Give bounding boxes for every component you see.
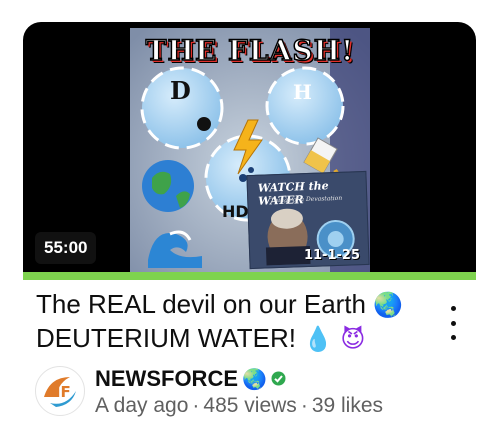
globe-icon: 🌏 xyxy=(373,291,404,319)
globe-icon: 🌏 xyxy=(242,367,267,391)
title-line-1: The REAL devil on our Earth xyxy=(36,289,366,319)
upload-age: A day ago xyxy=(95,394,189,417)
meta-separator: · xyxy=(192,394,200,417)
more-vertical-dot xyxy=(450,320,456,326)
video-thumbnail[interactable]: THE FLASH! D H HD WATCH the WATER Things… xyxy=(23,22,476,280)
verified-icon xyxy=(271,366,286,392)
title-line-2: DEUTERIUM WATER! xyxy=(36,323,296,353)
date-badge: 11-1-25 xyxy=(303,248,360,263)
more-vertical-dot xyxy=(450,335,456,340)
view-count: 485 views xyxy=(203,394,297,417)
atom-label-h: H xyxy=(293,80,312,104)
more-options-button[interactable] xyxy=(443,306,463,340)
channel-name: NEWSFORCE xyxy=(95,366,238,391)
duration-badge: 55:00 xyxy=(35,232,97,264)
channel-row[interactable]: NEWSFORCE 🌏 xyxy=(95,366,286,392)
video-metadata: A day ago · 485 views · 39 likes xyxy=(95,394,383,418)
watch-progress-bar xyxy=(23,272,476,280)
thumbnail-image: THE FLASH! D H HD WATCH the WATER Things… xyxy=(130,28,370,275)
thumbnail-title: THE FLASH! xyxy=(145,33,355,68)
meta-separator: · xyxy=(300,394,308,417)
devil-icon: 😈 xyxy=(340,325,366,353)
water-drop-icon: 💧 xyxy=(303,325,334,353)
avatar-initials: NF xyxy=(48,383,71,401)
like-count: 39 likes xyxy=(311,394,384,417)
watch-progress-fill xyxy=(23,272,476,280)
hd-label: HD xyxy=(222,202,249,221)
atom-label-d: D xyxy=(170,76,191,105)
video-title[interactable]: The REAL devil on our Earth 🌏 DEUTERIUM … xyxy=(36,288,446,356)
more-vertical-icon xyxy=(450,306,456,311)
video-card[interactable]: THE FLASH! D H HD WATCH the WATER Things… xyxy=(0,0,500,446)
channel-avatar[interactable]: NF xyxy=(35,366,85,416)
